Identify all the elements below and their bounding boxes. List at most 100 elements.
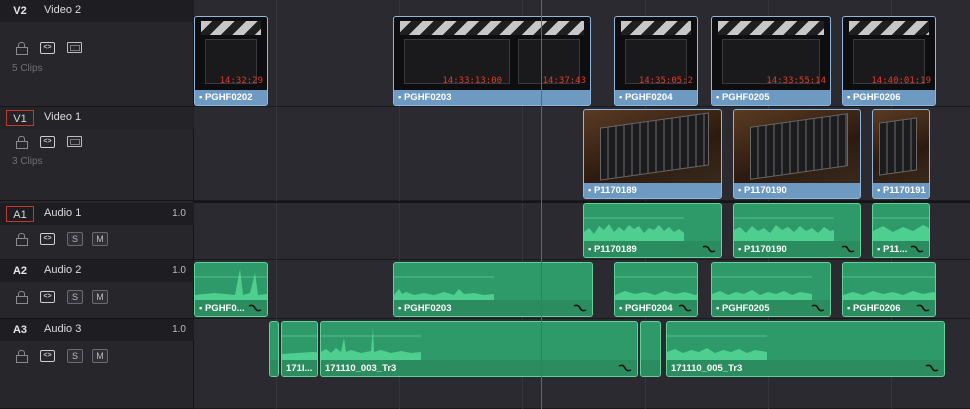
mute-button[interactable]: M bbox=[92, 232, 108, 246]
clip-name: • PGHF0205 bbox=[716, 303, 770, 314]
audio-clip[interactable]: • PGHF0203 bbox=[393, 262, 593, 317]
audio-clip[interactable]: • PGHF0204 bbox=[614, 262, 698, 317]
track-name[interactable]: Audio 1 bbox=[44, 207, 81, 219]
clip-name: 171110_003_Tr3 bbox=[325, 363, 397, 374]
waveform bbox=[615, 276, 697, 301]
clip-name: • PGHF0203 bbox=[398, 303, 452, 314]
track-level[interactable]: 1.0 bbox=[172, 208, 186, 219]
audio-clip[interactable]: • PGHF0205 bbox=[711, 262, 831, 317]
video-clip[interactable]: 14:33:55:14 • PGHF0205 bbox=[711, 16, 831, 106]
clip-name: • P1170190 bbox=[738, 244, 787, 255]
clip-name: • P1170190 bbox=[738, 185, 787, 196]
waveform bbox=[667, 335, 767, 360]
track-id[interactable]: A3 bbox=[6, 322, 34, 338]
track-display-icon[interactable] bbox=[67, 136, 82, 147]
clip-name: • PGHF0204 bbox=[619, 303, 673, 314]
fade-curve-icon[interactable] bbox=[841, 244, 855, 254]
track-name[interactable]: Audio 2 bbox=[44, 264, 81, 276]
audio-clip[interactable]: 171110_003_Tr3 bbox=[320, 321, 638, 377]
track-name[interactable]: Audio 3 bbox=[44, 323, 81, 335]
timecode: 14:40:01:19 bbox=[871, 76, 931, 86]
clip-name: • PGHF0206 bbox=[847, 303, 901, 314]
track-id[interactable]: A1 bbox=[6, 206, 34, 222]
waveform bbox=[873, 217, 929, 242]
fade-curve-icon[interactable] bbox=[702, 244, 716, 254]
auto-select-icon[interactable]: <> bbox=[40, 350, 55, 362]
audio-clip[interactable]: • P1170190 bbox=[733, 203, 861, 258]
track-name[interactable]: Video 1 bbox=[44, 111, 81, 123]
clip-name: • PGHF0205 bbox=[716, 92, 770, 103]
clip-thumbnail bbox=[584, 110, 721, 183]
video-clip[interactable]: 14:32:29 • PGHF0202 bbox=[194, 16, 268, 106]
lock-icon[interactable] bbox=[16, 291, 28, 304]
track-level[interactable]: 1.0 bbox=[172, 324, 186, 335]
track-header-bar: A1 Audio 1 1.0 bbox=[0, 203, 194, 225]
track-header-a3[interactable]: A3 Audio 3 1.0 <> S M bbox=[0, 319, 194, 409]
waveform bbox=[734, 217, 834, 242]
clip-thumbnail bbox=[734, 110, 860, 183]
video-clip[interactable]: • P1170190 bbox=[733, 109, 861, 199]
lock-icon[interactable] bbox=[16, 136, 28, 149]
clip-name: • P1170191 bbox=[877, 185, 926, 196]
fade-curve-icon[interactable] bbox=[678, 303, 692, 313]
timecode: 14:32:29 bbox=[219, 76, 263, 86]
waveform bbox=[394, 276, 494, 301]
audio-clip[interactable]: 171l... bbox=[281, 321, 318, 377]
track-level[interactable]: 1.0 bbox=[172, 265, 186, 276]
lock-icon[interactable] bbox=[16, 233, 28, 246]
audio-clip[interactable]: • P11... bbox=[872, 203, 930, 258]
fade-curve-icon[interactable] bbox=[925, 363, 939, 373]
video-clip[interactable]: 14:35:05:2 • PGHF0204 bbox=[614, 16, 698, 106]
waveform bbox=[195, 269, 267, 301]
video-clip[interactable]: 14:40:01:19 • PGHF0206 bbox=[842, 16, 936, 106]
audio-clip[interactable] bbox=[640, 321, 661, 377]
timecode: 14:35:05:2 bbox=[638, 76, 693, 86]
fade-curve-icon[interactable] bbox=[573, 303, 587, 313]
waveform bbox=[712, 276, 812, 301]
fade-curve-icon[interactable] bbox=[811, 303, 825, 313]
track-id[interactable]: V1 bbox=[6, 110, 34, 126]
solo-button[interactable]: S bbox=[67, 232, 83, 246]
audio-clip[interactable]: • P1170189 bbox=[583, 203, 722, 258]
track-header-v2[interactable]: V2 Video 2 <> 5 Clips bbox=[0, 0, 194, 107]
track-header-a2[interactable]: A2 Audio 2 1.0 <> S M bbox=[0, 260, 194, 319]
auto-select-icon[interactable]: <> bbox=[40, 136, 55, 148]
lock-icon[interactable] bbox=[16, 350, 28, 363]
fade-curve-icon[interactable] bbox=[910, 244, 924, 254]
track-id[interactable]: V2 bbox=[6, 3, 34, 19]
fade-curve-icon[interactable] bbox=[618, 363, 632, 373]
track-header-bar: V2 Video 2 bbox=[0, 0, 194, 22]
video-clip[interactable]: • P1170191 bbox=[872, 109, 930, 199]
mute-button[interactable]: M bbox=[92, 349, 108, 363]
playhead[interactable] bbox=[541, 0, 542, 409]
timecode: 14:33:55:14 bbox=[766, 76, 826, 86]
clip-count: 5 Clips bbox=[12, 63, 43, 74]
auto-select-icon[interactable]: <> bbox=[40, 291, 55, 303]
clip-name: • PGHF0202 bbox=[199, 92, 253, 103]
clip-thumbnail: 14:33:13:00 14:37:43 bbox=[394, 17, 590, 90]
timeline-panel: V2 Video 2 <> 5 Clips V1 Video 1 <> 3 Cl… bbox=[0, 0, 970, 409]
auto-select-icon[interactable]: <> bbox=[40, 42, 55, 54]
track-display-icon[interactable] bbox=[67, 42, 82, 53]
waveform bbox=[282, 335, 317, 360]
track-name[interactable]: Video 2 bbox=[44, 4, 81, 16]
auto-select-icon[interactable]: <> bbox=[40, 233, 55, 245]
audio-clip[interactable]: • PGHF0206 bbox=[842, 262, 936, 317]
fade-curve-icon[interactable] bbox=[916, 303, 930, 313]
clip-name: • PGHF0206 bbox=[847, 92, 901, 103]
solo-button[interactable]: S bbox=[67, 349, 83, 363]
video-clip[interactable]: 14:33:13:00 14:37:43 • PGHF0203 bbox=[393, 16, 591, 106]
audio-clip[interactable]: 171110_005_Tr3 bbox=[666, 321, 945, 377]
clip-thumbnail bbox=[873, 110, 929, 183]
video-clip[interactable]: • P1170189 bbox=[583, 109, 722, 199]
lock-icon[interactable] bbox=[16, 42, 28, 55]
audio-clip[interactable] bbox=[269, 321, 279, 377]
track-id[interactable]: A2 bbox=[6, 263, 34, 279]
audio-clip[interactable]: • PGHF0... bbox=[194, 262, 268, 317]
fade-curve-icon[interactable] bbox=[248, 303, 262, 313]
track-header-a1[interactable]: A1 Audio 1 1.0 <> S M bbox=[0, 203, 194, 260]
timecode: 14:37:43 bbox=[542, 76, 586, 86]
mute-button[interactable]: M bbox=[92, 290, 108, 304]
solo-button[interactable]: S bbox=[67, 290, 83, 304]
track-header-v1[interactable]: V1 Video 1 <> 3 Clips bbox=[0, 107, 194, 201]
